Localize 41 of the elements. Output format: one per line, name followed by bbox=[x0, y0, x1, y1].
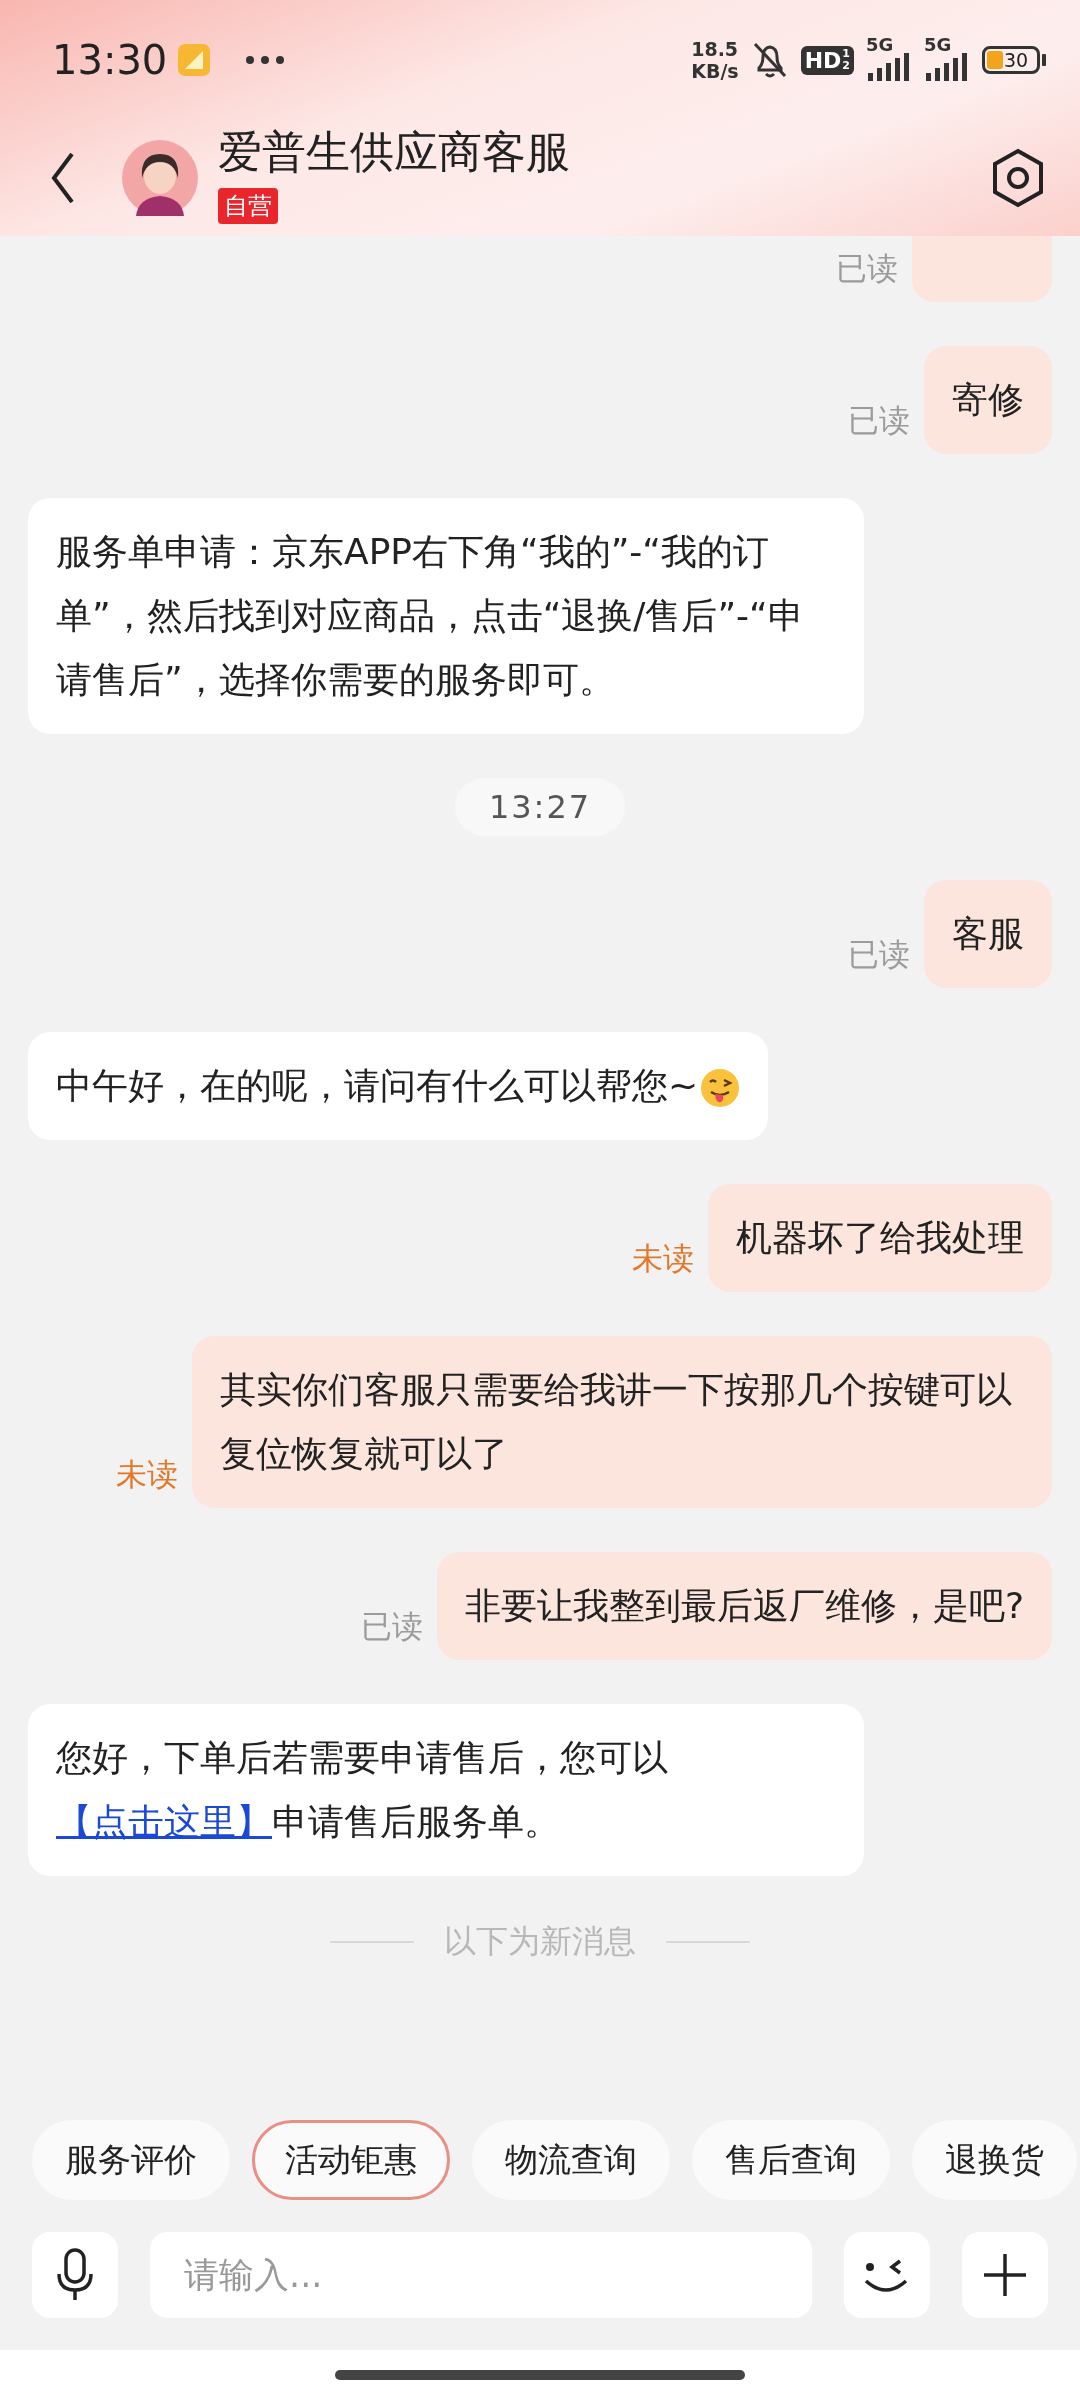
signal-icon bbox=[866, 53, 912, 83]
quick-reply-chip[interactable]: 服务评价 bbox=[32, 2120, 230, 2200]
more-icon bbox=[245, 55, 286, 65]
message-bubble: 您好，下单后若需要申请售后，您可以 【点击这里】申请售后服务单。 bbox=[28, 1704, 864, 1876]
signal-icon bbox=[924, 53, 970, 83]
network-type: 5G bbox=[924, 37, 952, 53]
read-receipt: 已读 bbox=[360, 1607, 423, 1646]
clock-time: 13:30 bbox=[52, 37, 168, 83]
message-bubble: 寄修 bbox=[924, 346, 1052, 454]
network-speed-unit: KB/s bbox=[691, 60, 739, 82]
message-bubble: 客服 bbox=[924, 880, 1052, 988]
message-bubble: 服务单申请：京东APP右下角“我的”-“我的订单”，然后找到对应商品，点击“退换/售后”-“申请售后”，选择你需要的服务即可。 bbox=[28, 498, 864, 734]
network-speed: 18.5 bbox=[691, 38, 739, 60]
battery-percent: 30 bbox=[1004, 49, 1029, 71]
read-receipt: 已读 bbox=[836, 249, 898, 288]
microphone-icon bbox=[55, 2248, 95, 2302]
add-button[interactable] bbox=[962, 2232, 1048, 2318]
quick-reply-chip[interactable]: 售后查询 bbox=[692, 2120, 890, 2200]
link[interactable]: 【点击这里】 bbox=[56, 1801, 272, 1842]
read-receipt: 已读 bbox=[848, 935, 910, 974]
network-type: 5G bbox=[866, 37, 894, 53]
read-receipt: 已读 bbox=[848, 401, 910, 440]
plus-icon bbox=[982, 2252, 1028, 2298]
voice-button[interactable] bbox=[32, 2232, 118, 2318]
settings-icon bbox=[990, 148, 1046, 208]
message-bubble: 机器坏了给我处理 bbox=[708, 1184, 1052, 1292]
message-bubble: 中午好，在的呢，请问有什么可以帮您~ bbox=[28, 1032, 769, 1140]
timestamp: 13:27 bbox=[454, 778, 626, 836]
quick-reply-chip[interactable]: 物流查询 bbox=[472, 2120, 670, 2200]
emoji-button[interactable] bbox=[844, 2232, 930, 2318]
unread-receipt: 未读 bbox=[116, 1455, 178, 1494]
note-app-icon bbox=[177, 43, 212, 77]
contact-name: 爱普生供应商客服 bbox=[218, 124, 570, 179]
quick-reply-chip[interactable]: 退换货 bbox=[912, 2120, 1077, 2200]
self-operated-badge: 自营 bbox=[218, 187, 278, 224]
message-input[interactable]: 请输入... bbox=[150, 2232, 812, 2318]
new-messages-divider: 以下为新消息 bbox=[444, 1921, 636, 1962]
message-bubble: 其实你们客服只需要给我讲一下按那几个按键可以复位恢复就可以了 bbox=[192, 1336, 1052, 1508]
unread-receipt: 未读 bbox=[632, 1239, 694, 1278]
quick-reply-chip[interactable]: 活动钜惠 bbox=[252, 2120, 450, 2200]
message-bubble: 非要让我整到最后返厂维修，是吧? bbox=[436, 1552, 1052, 1660]
